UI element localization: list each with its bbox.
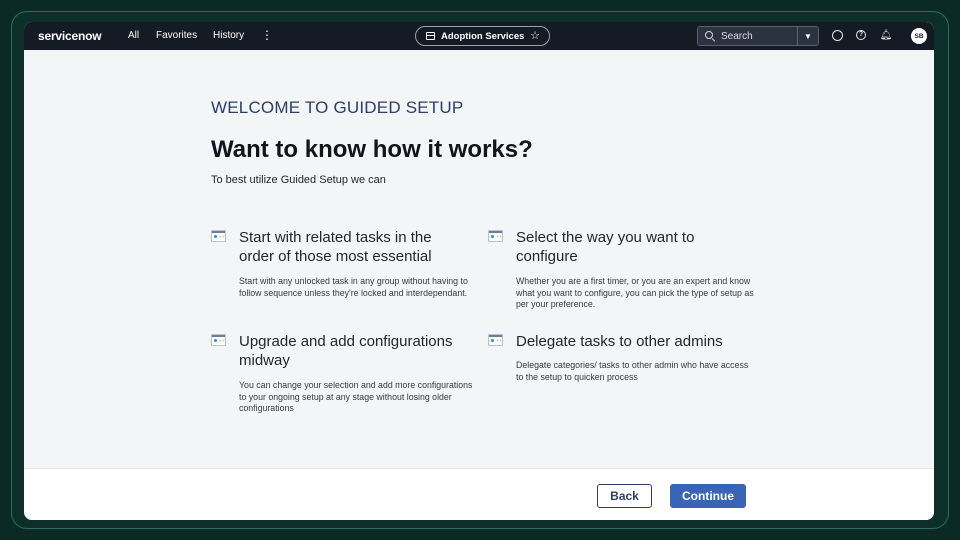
page-subline: To best utilize Guided Setup we can (211, 174, 386, 186)
search-icon (704, 30, 716, 42)
continue-button[interactable]: Continue (670, 484, 746, 508)
calendar-icon (426, 32, 435, 40)
help-icon[interactable]: ? (855, 29, 867, 41)
app-scope-pill[interactable]: Adoption Services ☆ (415, 26, 550, 46)
search-dropdown-icon[interactable]: ▼ (797, 27, 818, 45)
feature-title: Upgrade and add configurations midway (239, 333, 453, 369)
nav-favorites[interactable]: Favorites (156, 30, 197, 41)
feature-description: Delegate categories/ tasks to other admi… (516, 360, 749, 382)
checklist-icon (488, 334, 503, 346)
eyebrow-title: WELCOME TO GUIDED SETUP (211, 98, 464, 117)
feature-description: Whether you are a first timer, or you ar… (516, 276, 754, 309)
bell-icon[interactable]: 🔔︎ (880, 29, 893, 41)
top-navigation-bar: servicenow All Favorites History ⋮ Adopt… (24, 22, 934, 50)
feature-title: Select the way you want to configure (516, 229, 695, 265)
globe-icon[interactable] (831, 29, 843, 41)
checklist-icon (488, 230, 503, 242)
footer-bar: Back Continue (24, 468, 934, 520)
app-scope-label: Adoption Services (441, 30, 525, 42)
feature-description: You can change your selection and add mo… (239, 380, 473, 413)
star-icon[interactable]: ☆ (530, 29, 540, 42)
servicenow-logo[interactable]: servicenow (38, 29, 102, 43)
feature-description: Start with any unlocked task in any grou… (239, 276, 468, 298)
page-headline: Want to know how it works? (211, 136, 533, 163)
nav-all[interactable]: All (128, 30, 139, 41)
checklist-icon (211, 334, 226, 346)
search-input[interactable]: Search ▼ (697, 26, 819, 46)
feature-title: Delegate tasks to other admins (516, 333, 723, 350)
search-placeholder: Search (721, 30, 753, 42)
checklist-icon (211, 230, 226, 242)
back-button[interactable]: Back (597, 484, 652, 508)
feature-title: Start with related tasks in the order of… (239, 229, 432, 265)
nav-history[interactable]: History (213, 30, 244, 41)
app-window: servicenow All Favorites History ⋮ Adopt… (24, 22, 934, 520)
user-avatar[interactable]: SB (911, 28, 927, 44)
more-menu-icon[interactable]: ⋮ (261, 28, 273, 42)
